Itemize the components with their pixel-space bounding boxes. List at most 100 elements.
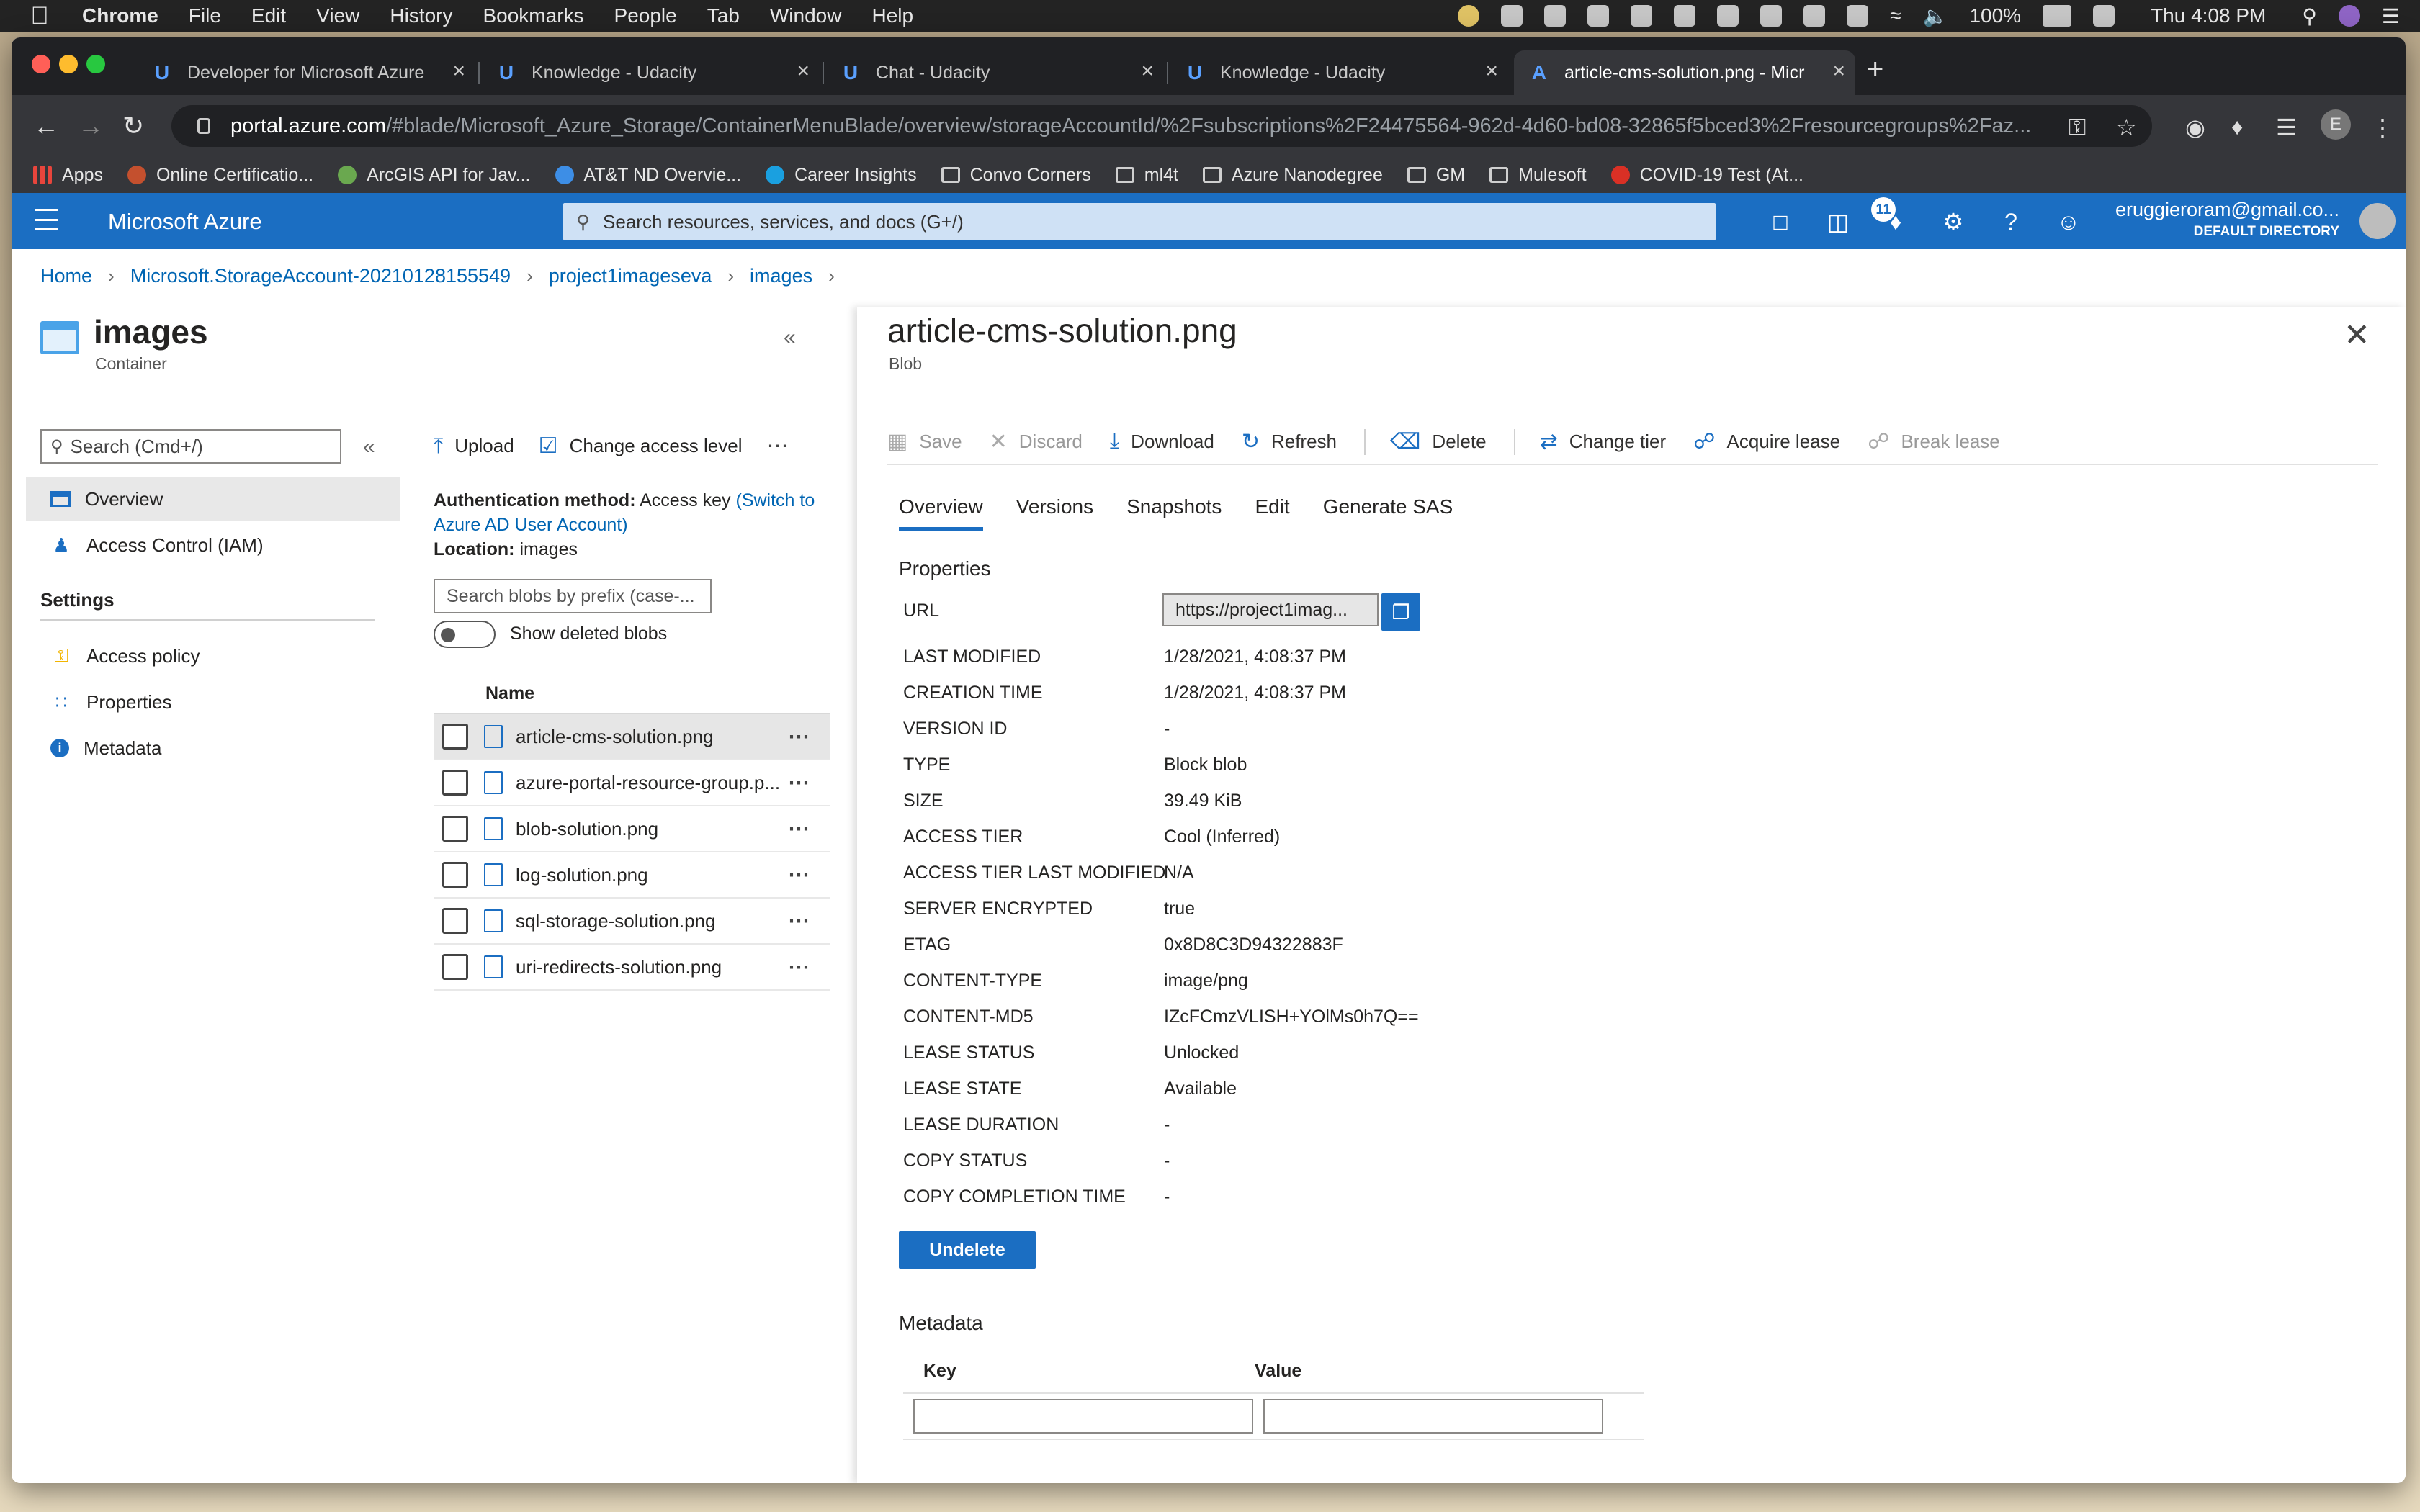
settings-gear-icon[interactable]: ⚙ — [1939, 207, 1968, 236]
close-tab-icon[interactable]: × — [1141, 59, 1154, 84]
minimize-window-button[interactable] — [59, 55, 78, 73]
table-row[interactable]: log-solution.png ⋯ — [434, 852, 830, 899]
menu-item-properties[interactable]: ∷ Properties — [26, 680, 400, 724]
refresh-button[interactable]: ↻ Refresh — [1242, 429, 1337, 454]
row-checkbox[interactable] — [442, 770, 468, 796]
azure-brand[interactable]: Microsoft Azure — [108, 209, 262, 235]
chrome-menu-icon[interactable]: ⋮ — [2371, 114, 2394, 141]
upload-button[interactable]: ⤒ Upload — [434, 434, 514, 459]
menu-item-iam[interactable]: ♟ Access Control (IAM) — [26, 523, 400, 567]
row-checkbox[interactable] — [442, 954, 468, 980]
directory-filter-icon[interactable]: ◫ — [1824, 207, 1852, 236]
creative-cloud-icon[interactable] — [1587, 5, 1610, 27]
menu-bookmarks[interactable]: Bookmarks — [483, 4, 583, 27]
row-checkbox[interactable] — [442, 724, 468, 750]
undelete-button[interactable]: Undelete — [899, 1231, 1036, 1269]
collapse-menu-icon[interactable]: « — [363, 435, 375, 459]
hamburger-menu-icon[interactable] — [35, 209, 58, 230]
table-row[interactable]: uri-redirects-solution.png ⋯ — [434, 945, 830, 991]
bookmark-folder[interactable]: Mulesoft — [1489, 165, 1587, 186]
bookmark-item[interactable]: Online Certificatio... — [127, 165, 313, 186]
glasses-icon[interactable] — [1501, 5, 1523, 27]
close-tab-icon[interactable]: × — [1832, 59, 1845, 84]
menu-history[interactable]: History — [390, 4, 452, 27]
row-checkbox[interactable] — [442, 862, 468, 888]
more-commands-icon[interactable]: ⋯ — [767, 433, 789, 459]
menu-item-overview[interactable]: Overview — [26, 477, 400, 521]
menu-tab[interactable]: Tab — [707, 4, 740, 27]
url-field[interactable]: https://project1imag... — [1162, 593, 1379, 626]
table-row[interactable]: azure-portal-resource-group.p... ⋯ — [434, 760, 830, 806]
tab-overview[interactable]: Overview — [899, 495, 983, 531]
bookmark-folder[interactable]: ml4t — [1115, 165, 1178, 186]
more-options-icon[interactable]: ⋯ — [788, 770, 811, 796]
copy-to-clipboard-button[interactable]: ❐ — [1381, 593, 1420, 631]
tab-edit[interactable]: Edit — [1255, 495, 1289, 531]
menu-help[interactable]: Help — [871, 4, 913, 27]
blob-name[interactable]: azure-portal-resource-group.p... — [516, 772, 784, 794]
back-icon[interactable]: ← — [33, 111, 59, 141]
more-options-icon[interactable]: ⋯ — [788, 955, 811, 980]
close-tab-icon[interactable]: × — [1485, 59, 1498, 84]
accessibility-icon[interactable] — [1803, 5, 1826, 27]
delete-button[interactable]: ⌫ Delete — [1390, 429, 1487, 454]
browser-tab[interactable]: U Chat - Udacity × — [825, 50, 1164, 95]
blob-name[interactable]: uri-redirects-solution.png — [516, 956, 784, 978]
status-app-icon[interactable] — [1544, 5, 1567, 27]
menu-clock[interactable]: Thu 4:08 PM — [2151, 4, 2266, 27]
bi-icon[interactable] — [1674, 5, 1696, 27]
bookmark-apps[interactable]: Apps — [33, 165, 103, 186]
blob-name[interactable]: log-solution.png — [516, 864, 784, 886]
breadcrumb-container[interactable]: images — [750, 265, 812, 287]
zoom-window-button[interactable] — [86, 55, 105, 73]
f-app-icon[interactable] — [1760, 5, 1783, 27]
menu-item-metadata[interactable]: i Metadata — [26, 726, 400, 770]
lightbulb-icon[interactable] — [1458, 5, 1480, 27]
volume-icon[interactable]: 🔈 — [1923, 4, 1948, 28]
browser-tab[interactable]: U Knowledge - Udacity × — [481, 50, 820, 95]
tab-snapshots[interactable]: Snapshots — [1126, 495, 1222, 531]
breadcrumb-project[interactable]: project1imageseva — [549, 265, 712, 287]
spotlight-icon[interactable]: ⚲ — [2302, 4, 2317, 28]
bookmark-item[interactable]: AT&T ND Overvie... — [555, 165, 741, 186]
menu-search-input[interactable]: ⚲ Search (Cmd+/) — [40, 429, 341, 464]
table-row[interactable]: blob-solution.png ⋯ — [434, 806, 830, 852]
reading-list-icon[interactable]: ☰ — [2276, 114, 2297, 141]
close-tab-icon[interactable]: × — [797, 59, 810, 84]
save-button[interactable]: ▦ Save — [887, 429, 962, 454]
change-access-level-button[interactable]: ☑ Change access level — [539, 433, 743, 459]
address-bar[interactable]: portal.azure.com /#blade/Microsoft_Azure… — [171, 105, 2152, 147]
menu-item-access-policy[interactable]: ⚿ Access policy — [26, 634, 400, 678]
incognito-icon[interactable]: ◉ — [2185, 114, 2205, 141]
close-icon[interactable]: ✕ — [2344, 317, 2370, 354]
menu-view[interactable]: View — [316, 4, 359, 27]
account-menu[interactable]: eruggieroram@gmail.co... DEFAULT DIRECTO… — [2115, 199, 2339, 240]
acquire-lease-button[interactable]: ☍ Acquire lease — [1693, 429, 1840, 454]
browser-tab[interactable]: U Developer for Microsoft Azure × — [137, 50, 475, 95]
blob-prefix-search-input[interactable]: Search blobs by prefix (case-... — [434, 579, 712, 613]
bookmark-item[interactable]: ArcGIS API for Jav... — [338, 165, 531, 186]
bookmark-star-icon[interactable]: ☆ — [2116, 114, 2137, 141]
metadata-key-input[interactable] — [913, 1399, 1253, 1434]
menu-people[interactable]: People — [614, 4, 677, 27]
bookmark-item[interactable]: COVID-19 Test (At... — [1610, 165, 1803, 186]
siri-icon[interactable] — [2338, 5, 2360, 27]
bookmark-folder[interactable]: Azure Nanodegree — [1202, 165, 1383, 186]
close-tab-icon[interactable]: × — [452, 59, 465, 84]
tab-versions[interactable]: Versions — [1016, 495, 1093, 531]
wifi-icon[interactable]: ≈ — [1890, 4, 1901, 27]
menu-file[interactable]: File — [189, 4, 221, 27]
camera-icon[interactable] — [1631, 5, 1653, 27]
battery-icon[interactable] — [2043, 5, 2072, 27]
breadcrumb-storage-account[interactable]: Microsoft.StorageAccount-20210128155549 — [130, 265, 511, 287]
docker-icon[interactable] — [1717, 5, 1739, 27]
user-avatar[interactable] — [2360, 203, 2396, 239]
more-options-icon[interactable]: ⋯ — [788, 863, 811, 888]
row-checkbox[interactable] — [442, 816, 468, 842]
global-search-input[interactable]: ⚲ Search resources, services, and docs (… — [563, 203, 1716, 240]
bookmark-folder[interactable]: Convo Corners — [941, 165, 1091, 186]
bookmark-item[interactable]: Career Insights — [766, 165, 917, 186]
airplay-icon[interactable] — [1847, 5, 1869, 27]
key-icon[interactable]: ⚿ — [2069, 114, 2086, 141]
browser-tab-active[interactable]: A article-cms-solution.png - Micr × — [1514, 50, 1855, 95]
